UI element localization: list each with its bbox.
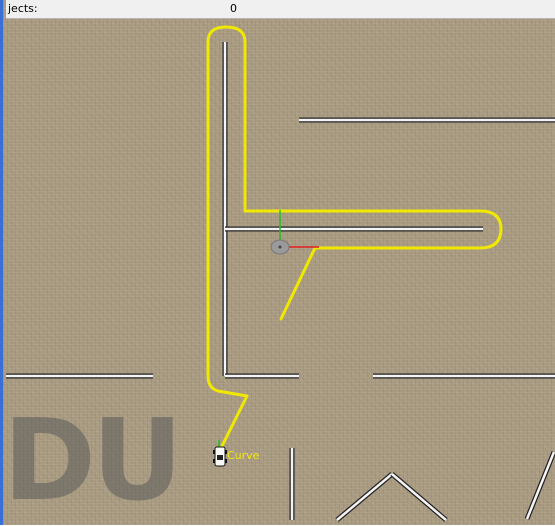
objects-count-label: jects: bbox=[8, 2, 38, 15]
gizmo-center-dot bbox=[278, 245, 282, 249]
watermark-logo: DU bbox=[3, 396, 183, 526]
objects-count-value: 0 bbox=[230, 2, 237, 15]
transform-gizmo[interactable] bbox=[270, 210, 319, 255]
wall-ramp-left[interactable] bbox=[335, 472, 394, 522]
hud-bar: jects: 0 bbox=[6, 0, 555, 19]
wall-diagonal-right[interactable] bbox=[524, 451, 555, 520]
car-icon[interactable] bbox=[213, 440, 227, 467]
curve-label: Curve bbox=[227, 449, 260, 462]
scene-viewport[interactable]: DU Curve jects: 0 bbox=[0, 0, 555, 525]
curve-path[interactable] bbox=[206, 25, 503, 456]
wall-ramp-right[interactable] bbox=[390, 472, 448, 522]
